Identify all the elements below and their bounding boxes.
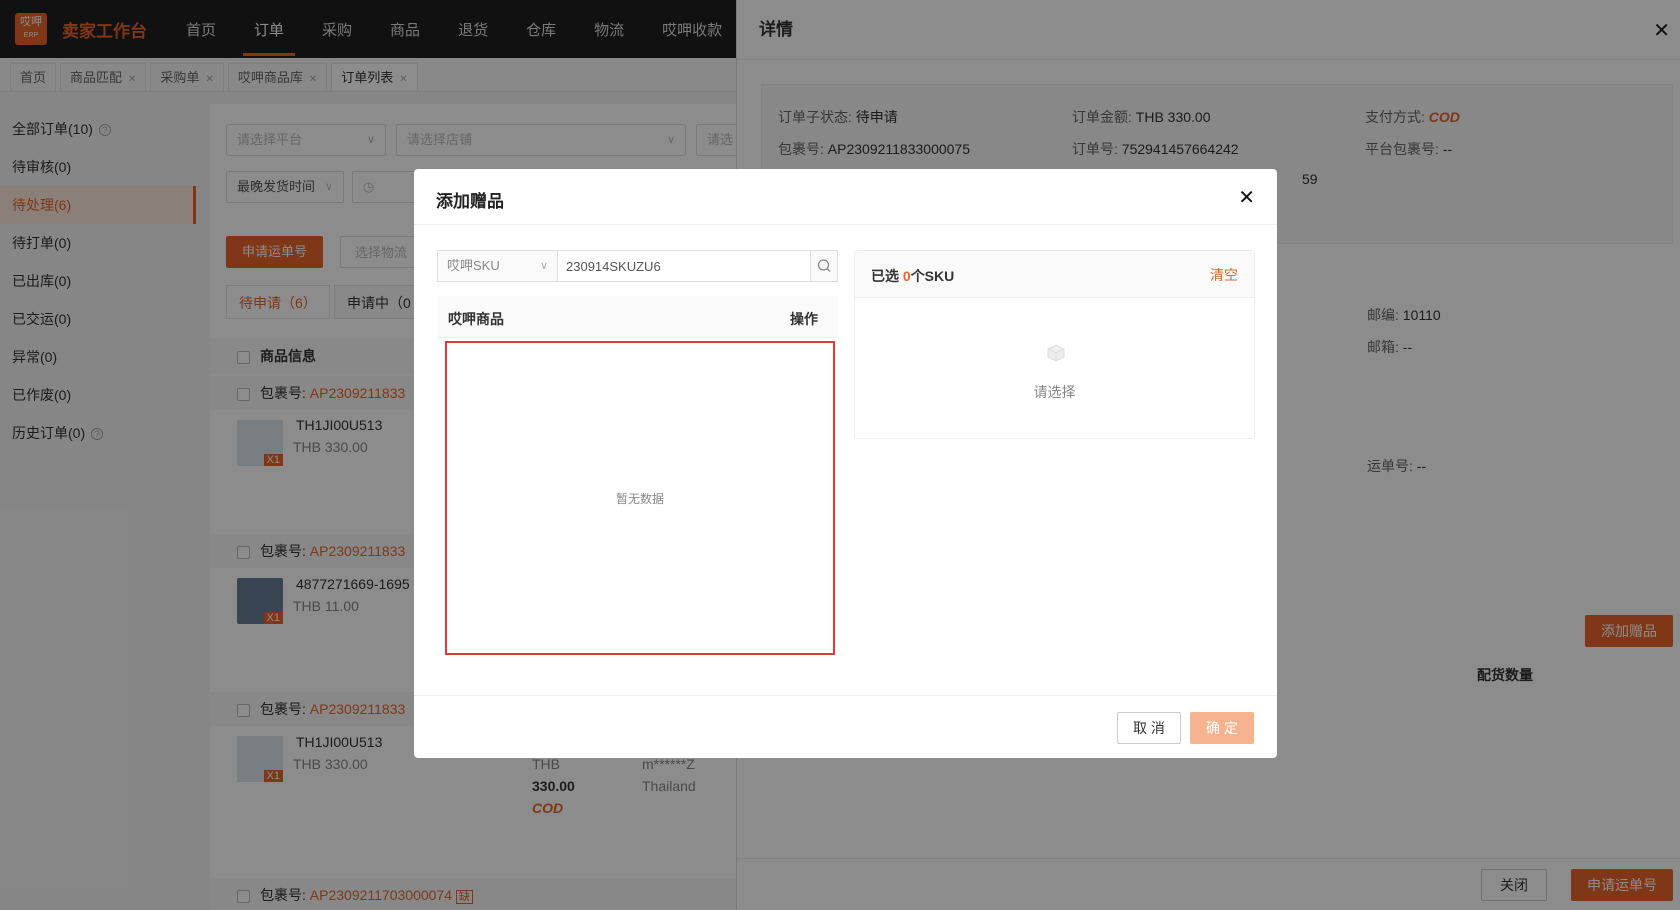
cancel-button[interactable]: 取 消: [1117, 712, 1181, 744]
search-icon: [817, 259, 831, 272]
selected-sku-panel: 已选 0个SKU 清空 请选择: [854, 250, 1255, 439]
sku-search-input[interactable]: [557, 250, 811, 282]
modal-header: 添加赠品 ✕: [414, 169, 1277, 225]
product-table-header: 哎呷商品 操作: [437, 296, 838, 338]
confirm-button[interactable]: 确 定: [1190, 712, 1254, 744]
col-action: 操作: [790, 311, 818, 327]
chevron-down-icon: ∨: [539, 260, 548, 272]
please-select-text: 请选择: [1033, 384, 1076, 400]
selected-panel-header: 已选 0个SKU 清空: [855, 251, 1254, 298]
product-table-body: 暂无数据: [445, 341, 835, 655]
modal-footer: 取 消 确 定: [414, 695, 1277, 758]
empty-text: 暂无数据: [615, 492, 664, 506]
sku-type-select[interactable]: 哎呷SKU ∨: [437, 250, 557, 282]
clear-button[interactable]: 清空: [1210, 265, 1238, 285]
close-icon[interactable]: ✕: [1238, 185, 1255, 210]
selected-count-label: 已选 0个SKU: [871, 268, 955, 284]
col-product: 哎呷商品: [448, 311, 504, 327]
add-gift-modal: 添加赠品 ✕ 哎呷SKU∨ 哎呷商品 操作 暂无数据 已选 0个SKU 清空 请…: [414, 169, 1277, 758]
modal-title: 添加赠品: [436, 192, 504, 211]
search-button[interactable]: [811, 250, 838, 282]
empty-box-icon: [1047, 344, 1065, 362]
